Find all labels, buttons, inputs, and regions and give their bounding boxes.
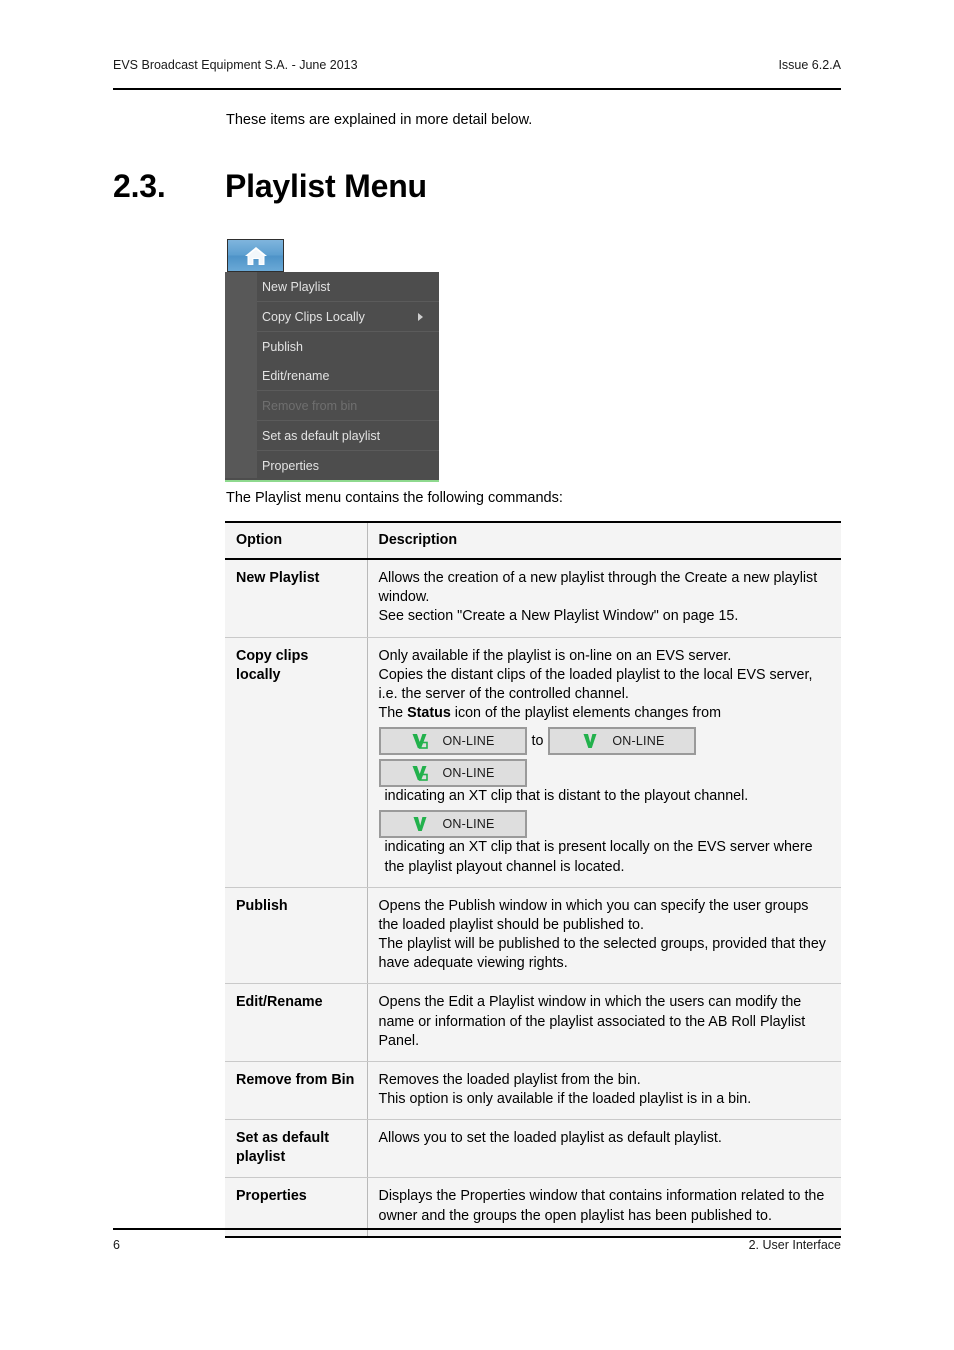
desc-line: See section "Create a New Playlist Windo… — [378, 608, 739, 625]
menu-item-properties[interactable]: Properties — [225, 451, 439, 480]
badge-label: ON-LINE — [612, 733, 665, 748]
menu-item-label: Edit/rename — [262, 368, 330, 383]
table-row: Edit/Rename Opens the Edit a Playlist wi… — [225, 983, 841, 1062]
table-row: Copy clips locally Only available if the… — [225, 637, 841, 888]
column-header-option: Option — [225, 520, 368, 561]
footer-divider — [113, 1228, 841, 1230]
menu-item-label: Set as default playlist — [262, 428, 381, 443]
page-number: 6 — [113, 1238, 120, 1252]
chevron-right-icon — [418, 312, 423, 321]
status-bold-word: Status — [407, 705, 451, 722]
column-header-description: Description — [367, 520, 841, 561]
desc-line: Opens the Edit a Playlist window in whic… — [378, 994, 806, 1049]
section-number: 2.3. — [113, 168, 166, 204]
playlist-context-menu[interactable]: New Playlist Copy Clips Locally Publish … — [225, 272, 439, 482]
online-local-icon — [580, 732, 600, 750]
status-badge-distant: ON-LINE — [378, 727, 527, 756]
online-distant-icon — [410, 764, 430, 782]
online-distant-icon — [410, 732, 430, 750]
playlist-menu-screenshot: New Playlist Copy Clips Locally Publish … — [225, 239, 440, 482]
badge-distant-description: indicating an XT clip that is distant to… — [384, 788, 749, 805]
menu-item-label: Remove from bin — [262, 398, 358, 413]
menu-item-label: Copy Clips Locally — [262, 309, 365, 324]
description-copy-clips-locally: Only available if the playlist is on-lin… — [367, 637, 841, 888]
table-header-row: Option Description — [225, 520, 841, 561]
menu-item-copy-clips-locally[interactable]: Copy Clips Locally — [225, 302, 439, 331]
home-button[interactable] — [227, 239, 284, 272]
desc-line: Removes the loaded playlist from the bin… — [378, 1071, 641, 1088]
desc-line: Allows you to set the loaded playlist as… — [378, 1130, 722, 1147]
description-edit-rename: Opens the Edit a Playlist window in whic… — [367, 983, 841, 1062]
menu-item-new-playlist[interactable]: New Playlist — [225, 272, 439, 301]
badge-local-description: indicating an XT clip that is present lo… — [384, 839, 813, 875]
description-remove-from-bin: Removes the loaded playlist from the bin… — [367, 1061, 841, 1121]
status-badge-local-2: ON-LINE — [378, 810, 527, 839]
header-right-text: Issue 6.2.A — [778, 58, 841, 72]
badge-label: ON-LINE — [442, 765, 495, 780]
badge-distant-explanation-row: ON-LINE indicating an XT clip that is di… — [378, 759, 831, 806]
home-icon — [243, 245, 269, 267]
description-new-playlist: Allows the creation of a new playlist th… — [367, 559, 841, 638]
page-title: 2.3. Playlist Menu — [113, 168, 841, 205]
menu-item-edit-rename[interactable]: Edit/rename — [225, 361, 439, 390]
menu-item-label: Properties — [262, 458, 319, 473]
option-set-as-default-playlist: Set as default playlist — [225, 1119, 368, 1179]
header-left-text: EVS Broadcast Equipment S.A. - June 2013 — [113, 58, 358, 72]
footer-chapter: 2. User Interface — [748, 1238, 841, 1252]
desc-line: This option is only available if the loa… — [378, 1090, 752, 1107]
menu-item-remove-from-bin: Remove from bin — [225, 391, 439, 420]
desc-line: Displays the Properties window that cont… — [378, 1188, 825, 1224]
desc-line: The playlist will be published to the se… — [378, 936, 826, 972]
desc-line: Allows the creation of a new playlist th… — [378, 570, 818, 606]
desc-line: Copies the distant clips of the loaded p… — [378, 666, 813, 702]
page-header: EVS Broadcast Equipment S.A. - June 2013… — [113, 58, 841, 72]
table-row: Remove from Bin Removes the loaded playl… — [225, 1061, 841, 1121]
badge-local-explanation-row: ON-LINE indicating an XT clip that is pr… — [378, 810, 831, 876]
badge-label: ON-LINE — [442, 817, 495, 832]
option-remove-from-bin: Remove from Bin — [225, 1061, 368, 1121]
description-publish: Opens the Publish window in which you ca… — [367, 887, 841, 985]
status-post-text: icon of the playlist elements changes fr… — [450, 705, 722, 722]
desc-line: Only available if the playlist is on-lin… — [378, 647, 732, 664]
table-row: New Playlist Allows the creation of a ne… — [225, 559, 841, 638]
desc-line: Opens the Publish window in which you ca… — [378, 897, 809, 933]
status-badge-local: ON-LINE — [548, 727, 697, 756]
online-local-icon — [410, 815, 430, 833]
table-row: Publish Opens the Publish window in whic… — [225, 887, 841, 985]
menu-item-label: New Playlist — [262, 279, 331, 294]
commands-table: Option Description New Playlist Allows t… — [225, 520, 841, 1238]
lead-paragraph: The Playlist menu contains the following… — [226, 490, 563, 506]
status-badge-distant-2: ON-LINE — [378, 759, 527, 788]
status-pre-text: The — [378, 705, 408, 722]
header-divider — [113, 88, 841, 90]
option-new-playlist: New Playlist — [225, 559, 368, 638]
badge-transition-row: ON-LINE to ON-LINE — [378, 727, 831, 756]
table-row: Set as default playlist Allows you to se… — [225, 1119, 841, 1179]
menu-item-set-as-default-playlist[interactable]: Set as default playlist — [225, 421, 439, 450]
desc-line-status: The Status icon of the playlist elements… — [379, 704, 831, 723]
description-set-as-default-playlist: Allows you to set the loaded playlist as… — [367, 1119, 841, 1179]
option-edit-rename: Edit/Rename — [225, 983, 368, 1062]
option-publish: Publish — [225, 887, 368, 985]
intro-paragraph: These items are explained in more detail… — [226, 112, 533, 128]
menu-item-label: Publish — [262, 339, 303, 354]
option-copy-clips-locally: Copy clips locally — [225, 637, 368, 888]
menu-item-publish[interactable]: Publish — [225, 332, 439, 361]
page-footer: 6 2. User Interface — [113, 1238, 841, 1252]
transition-word: to — [531, 732, 544, 749]
section-title: Playlist Menu — [225, 168, 427, 204]
badge-label: ON-LINE — [442, 733, 495, 748]
